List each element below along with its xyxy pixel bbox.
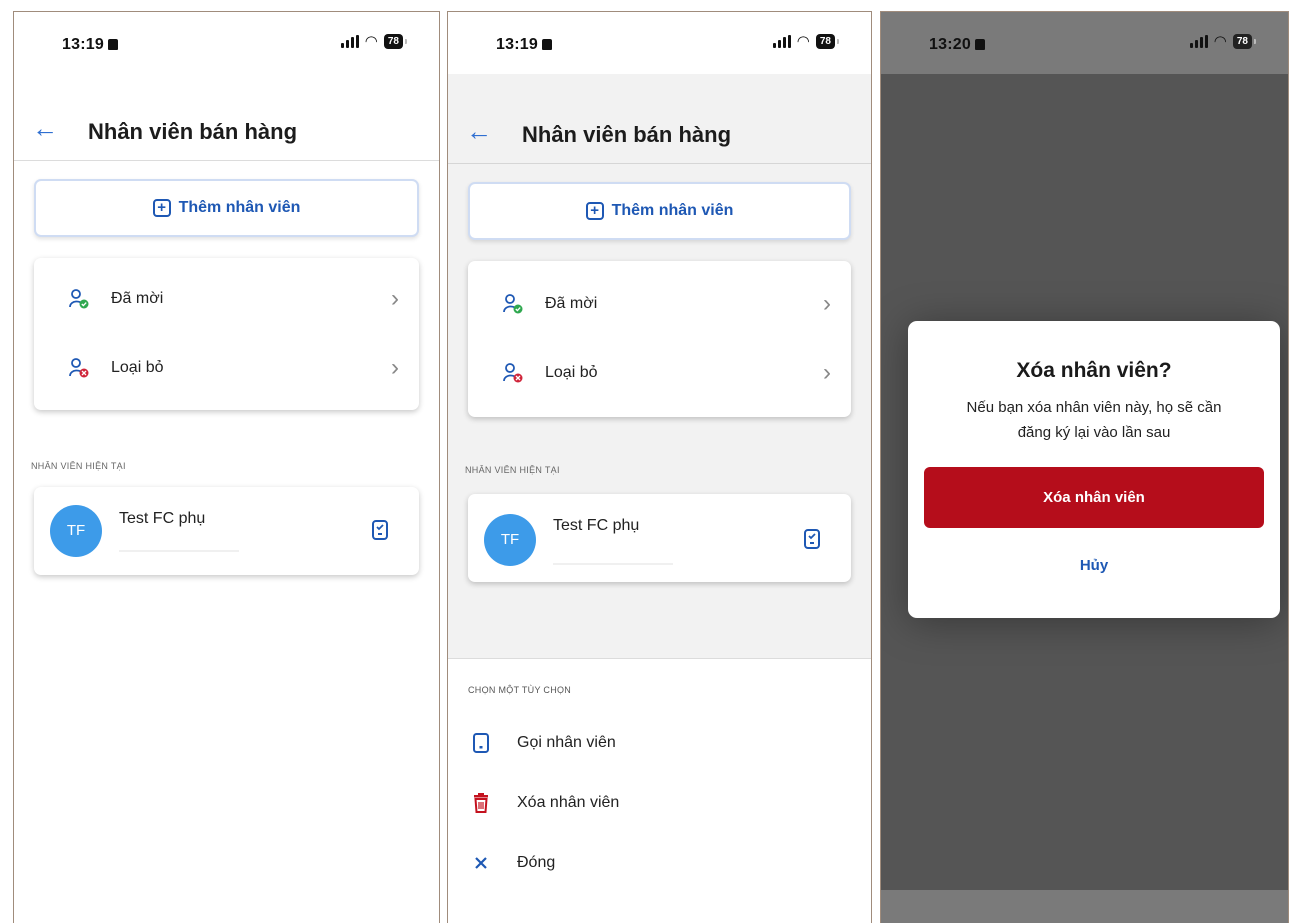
options-bottom-sheet: CHỌN MỘT TÙY CHỌN Gọi nhân viên Xóa nhân… bbox=[448, 658, 871, 923]
close-icon bbox=[475, 857, 487, 869]
sheet-header: CHỌN MỘT TÙY CHỌN bbox=[468, 685, 572, 695]
avatar: TF bbox=[50, 505, 102, 557]
dialog-message-line: Nếu bạn xóa nhân viên này, họ sẽ cần bbox=[966, 399, 1222, 416]
bottom-bar-background bbox=[881, 890, 1288, 923]
page-title: Nhân viên bán hàng bbox=[522, 122, 732, 147]
plus-box-icon: + bbox=[152, 199, 171, 217]
avatar: TF bbox=[484, 514, 536, 566]
plus-box-icon: + bbox=[585, 202, 604, 220]
option-label: Đóng bbox=[517, 854, 556, 871]
dialog-message: Nếu bạn xóa nhân viên này, họ sẽ cần đăn… bbox=[928, 395, 1260, 445]
add-staff-label: Thêm nhân viên bbox=[611, 202, 734, 219]
chevron-right-icon: › bbox=[823, 290, 831, 317]
status-menu-card: Đã mời › Loại bỏ › bbox=[34, 258, 419, 410]
menu-item-removed[interactable]: Loại bỏ › bbox=[468, 339, 851, 407]
user-check-icon bbox=[69, 289, 89, 309]
option-delete-staff[interactable]: Xóa nhân viên bbox=[468, 783, 851, 823]
signal-icon bbox=[340, 35, 359, 48]
option-label: Gọi nhân viên bbox=[517, 734, 616, 751]
battery-icon: 78 bbox=[1232, 34, 1257, 49]
section-label-current-staff: NHÂN VIÊN HIỆN TẠI bbox=[31, 461, 126, 471]
screen-staff-options: 13:19 ◠ 78 ← Nhân viên bán hàng + Thêm n… bbox=[447, 11, 872, 923]
option-close[interactable]: Đóng bbox=[468, 843, 851, 883]
confirm-delete-button[interactable]: Xóa nhân viên bbox=[924, 467, 1264, 528]
menu-item-invited[interactable]: Đã mời › bbox=[34, 265, 419, 333]
status-time: 13:19 bbox=[62, 36, 118, 54]
chevron-right-icon: › bbox=[391, 354, 399, 381]
employee-card[interactable]: TF Test FC phụ bbox=[468, 494, 851, 582]
phone-icon bbox=[473, 733, 489, 753]
delete-confirm-dialog: Xóa nhân viên? Nếu bạn xóa nhân viên này… bbox=[908, 321, 1280, 618]
phone-options-icon[interactable] bbox=[803, 528, 821, 550]
employee-card[interactable]: TF Test FC phụ bbox=[34, 487, 419, 575]
menu-item-label: Loại bỏ bbox=[111, 359, 164, 376]
status-time: 13:19 bbox=[496, 36, 552, 54]
dialog-title: Xóa nhân viên? bbox=[1016, 359, 1172, 382]
option-label: Xóa nhân viên bbox=[517, 794, 620, 811]
wifi-icon: ◠ bbox=[364, 33, 378, 50]
phone-options-icon[interactable] bbox=[371, 519, 389, 541]
lock-icon bbox=[107, 39, 118, 50]
app-bar: ← Nhân viên bán hàng bbox=[448, 74, 871, 160]
divider bbox=[14, 160, 439, 161]
wifi-icon: ◠ bbox=[1213, 33, 1227, 50]
back-arrow-icon[interactable]: ← bbox=[32, 115, 58, 141]
menu-item-label: Đã mời bbox=[545, 295, 598, 312]
chevron-right-icon: › bbox=[391, 285, 399, 312]
status-bar: 13:20 ◠ 78 bbox=[881, 12, 1288, 74]
signal-icon bbox=[772, 35, 791, 48]
section-label-current-staff: NHÂN VIÊN HIỆN TẠI bbox=[465, 465, 560, 475]
user-remove-icon bbox=[503, 363, 523, 383]
chevron-right-icon: › bbox=[823, 359, 831, 386]
battery-icon: 78 bbox=[383, 34, 408, 49]
trash-icon bbox=[474, 793, 488, 813]
menu-item-invited[interactable]: Đã mời › bbox=[468, 270, 851, 338]
back-arrow-icon[interactable]: ← bbox=[466, 118, 492, 144]
battery-icon: 78 bbox=[815, 34, 840, 49]
menu-item-label: Loại bỏ bbox=[545, 364, 598, 381]
menu-item-label: Đã mời bbox=[111, 290, 164, 307]
user-check-icon bbox=[503, 294, 523, 314]
screen-staff-list: 13:19 ◠ 78 ← Nhân viên bán hàng + Thêm n… bbox=[13, 11, 440, 923]
divider bbox=[448, 163, 871, 164]
dialog-message-line: đăng ký lại vào lần sau bbox=[1017, 424, 1171, 441]
user-remove-icon bbox=[69, 358, 89, 378]
status-bar: 13:19 ◠ 78 bbox=[14, 12, 439, 74]
menu-item-removed[interactable]: Loại bỏ › bbox=[34, 334, 419, 402]
screen-delete-confirm: 13:20 ◠ 78 Xóa nhân viên? Nếu bạn xóa nh… bbox=[880, 11, 1289, 923]
employee-subtext bbox=[119, 550, 239, 552]
signal-icon bbox=[1189, 35, 1208, 48]
status-time: 13:20 bbox=[929, 36, 985, 54]
add-staff-button[interactable]: + Thêm nhân viên bbox=[468, 182, 851, 240]
app-bar: ← Nhân viên bán hàng bbox=[14, 74, 439, 160]
page-title: Nhân viên bán hàng bbox=[88, 119, 298, 144]
status-bar: 13:19 ◠ 78 bbox=[448, 12, 871, 74]
cancel-button[interactable]: Hủy bbox=[908, 557, 1280, 574]
status-menu-card: Đã mời › Loại bỏ › bbox=[468, 261, 851, 417]
add-staff-button[interactable]: + Thêm nhân viên bbox=[34, 179, 419, 237]
lock-icon bbox=[974, 39, 985, 50]
lock-icon bbox=[541, 39, 552, 50]
employee-name: Test FC phụ bbox=[119, 510, 206, 527]
add-staff-label: Thêm nhân viên bbox=[178, 199, 301, 216]
option-call-staff[interactable]: Gọi nhân viên bbox=[468, 723, 851, 763]
employee-name: Test FC phụ bbox=[553, 517, 640, 534]
employee-subtext bbox=[553, 563, 673, 565]
wifi-icon: ◠ bbox=[796, 33, 810, 50]
